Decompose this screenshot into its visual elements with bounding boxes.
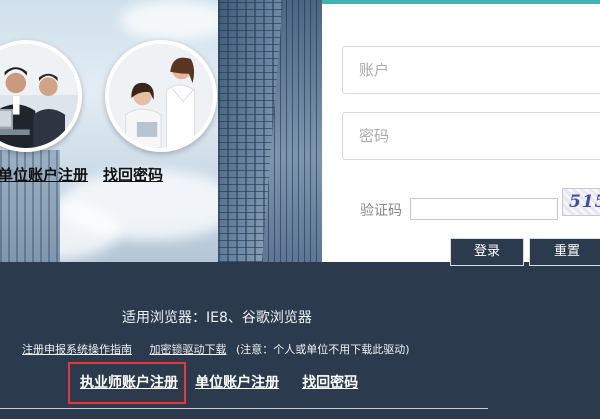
recover-password-link[interactable]: 找回密码 (103, 164, 163, 185)
browser-support-note: 适用浏览器：IE8、谷歌浏览器 (122, 310, 312, 326)
driver-download-link[interactable]: 加密锁驱动下载 (150, 343, 227, 356)
register-links: 执业师账户注册 单位账户注册 找回密码 (68, 362, 358, 404)
account-input[interactable] (342, 46, 600, 94)
unit-register-link[interactable]: 单位账户注册 (195, 362, 279, 392)
reset-button[interactable]: 重置 (529, 238, 600, 266)
practitioner-register-link[interactable]: 执业师账户注册 (68, 362, 186, 404)
password-input[interactable] (342, 112, 600, 160)
login-button[interactable]: 登录 (450, 238, 524, 266)
cloud-decoration (120, 0, 230, 40)
accent-bar (322, 0, 600, 4)
business-women-photo (105, 40, 217, 152)
captcha-label: 验证码 (360, 203, 402, 219)
unit-register-link[interactable]: 单位账户注册 (0, 164, 88, 185)
divider (0, 408, 488, 409)
captcha-image[interactable]: 5154 (562, 188, 600, 216)
recover-password-link[interactable]: 找回密码 (302, 362, 358, 392)
login-panel: 验证码 5154 登录 重置 (322, 0, 600, 266)
business-team-photo (0, 40, 82, 152)
help-links: 注册申报系统操作指南 加密锁驱动下载 (注意：个人或单位不用下载此驱动) (22, 341, 410, 357)
driver-note: (注意：个人或单位不用下载此驱动) (236, 343, 410, 356)
captcha-input[interactable] (410, 198, 558, 220)
operation-guide-link[interactable]: 注册申报系统操作指南 (22, 343, 132, 356)
